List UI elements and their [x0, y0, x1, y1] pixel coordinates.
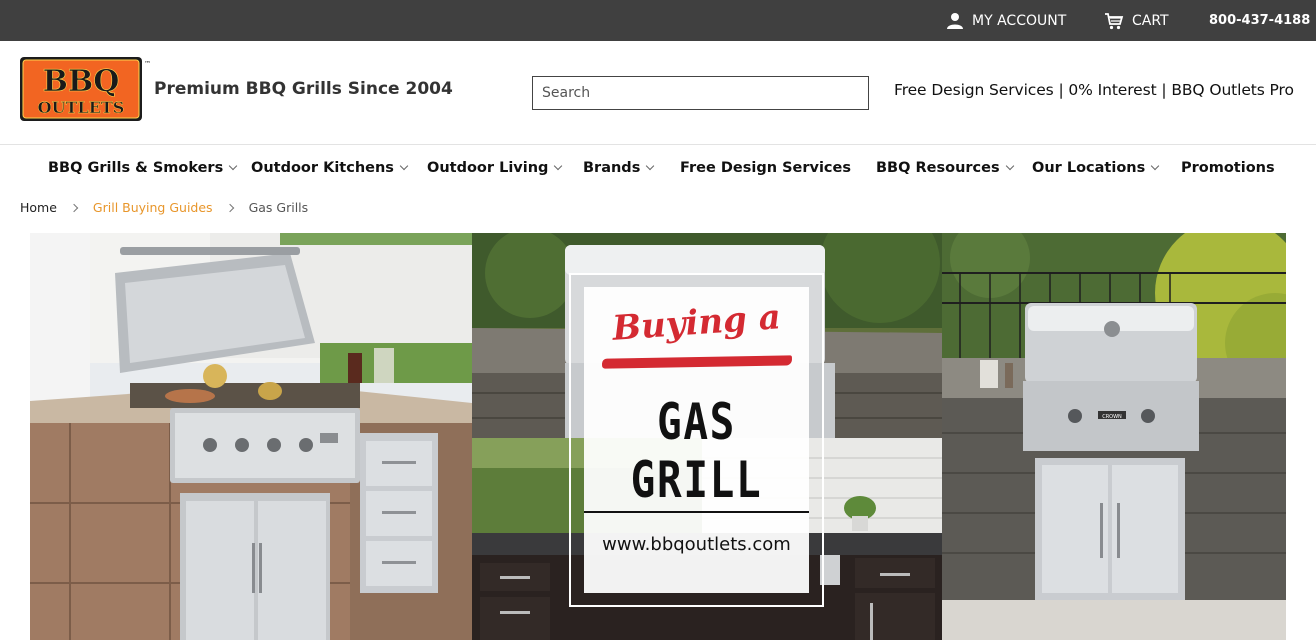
chevron-down-icon	[1151, 161, 1160, 171]
nav-item-free-design-services[interactable]: Free Design Services	[680, 146, 851, 190]
nav-label: BBQ Grills & Smokers	[48, 160, 224, 176]
red-brush-stroke	[601, 355, 793, 369]
breadcrumb-current: Gas Grills	[248, 200, 309, 215]
grill-badge-text: CROWN	[1102, 414, 1122, 420]
link-separator: |	[1053, 81, 1069, 99]
cart-icon	[1105, 12, 1124, 29]
svg-text:™: ™	[144, 60, 151, 68]
my-account-label: MY ACCOUNT	[972, 12, 1067, 29]
link-separator: |	[1156, 81, 1172, 99]
nav-label: Free Design Services	[680, 160, 851, 176]
hero-website-url: www.bbqoutlets.com	[602, 534, 791, 555]
nav-item-promotions[interactable]: Promotions	[1181, 146, 1275, 190]
chevron-down-icon	[228, 161, 238, 171]
hero-title-line2: GRILL	[630, 451, 763, 509]
chevron-down-icon	[1005, 161, 1014, 171]
site-header: BBQ OUTLETS ™ Premium BBQ Grills Since 2…	[0, 41, 1316, 145]
header-promo-links: Free Design Services | 0% Interest | BBQ…	[894, 81, 1294, 99]
nav-item-our-locations[interactable]: Our Locations	[1032, 146, 1160, 190]
hero-banner: CROWN Buying a GAS GRILL www.bbqoutlets.…	[30, 233, 1286, 640]
my-account-link[interactable]: MY ACCOUNT	[946, 0, 1066, 41]
free-design-services-link[interactable]: Free Design Services	[894, 81, 1054, 99]
bbq-outlets-pro-link[interactable]: BBQ Outlets Pro	[1171, 81, 1294, 99]
nav-label: Our Locations	[1032, 160, 1146, 176]
nav-label: BBQ Resources	[876, 160, 1000, 176]
utility-bar: MY ACCOUNT CART 800-437-4188	[0, 0, 1316, 41]
nav-label: Brands	[583, 160, 641, 176]
bbq-outlets-logo[interactable]: BBQ OUTLETS ™	[20, 57, 151, 123]
breadcrumb: Home Grill Buying Guides Gas Grills	[20, 200, 308, 215]
nav-label: Promotions	[1181, 160, 1275, 176]
site-tagline: Premium BBQ Grills Since 2004	[154, 79, 453, 99]
main-nav: BBQ Grills & Smokers Outdoor Kitchens Ou…	[0, 146, 1316, 190]
hero-title-card: Buying a GAS GRILL www.bbqoutlets.com	[584, 287, 809, 593]
chevron-down-icon	[554, 161, 563, 171]
cart-link[interactable]: CART	[1104, 0, 1169, 41]
nav-item-outdoor-living[interactable]: Outdoor Living	[427, 146, 563, 190]
hero-divider	[584, 511, 809, 513]
chevron-down-icon	[399, 161, 409, 171]
chevron-right-icon	[225, 203, 234, 212]
nav-label: Outdoor Kitchens	[251, 160, 394, 176]
breadcrumb-grill-buying-guides[interactable]: Grill Buying Guides	[93, 200, 213, 215]
zero-interest-link[interactable]: 0% Interest	[1068, 81, 1156, 99]
svg-text:OUTLETS: OUTLETS	[38, 98, 125, 117]
cart-label: CART	[1132, 12, 1169, 29]
phone-number-link[interactable]: 800-437-4188	[1209, 0, 1310, 41]
breadcrumb-home[interactable]: Home	[20, 200, 57, 215]
nav-item-outdoor-kitchens[interactable]: Outdoor Kitchens	[251, 146, 409, 190]
chevron-right-icon	[69, 203, 79, 212]
svg-text:BBQ: BBQ	[43, 64, 120, 99]
user-icon	[947, 12, 963, 29]
nav-item-brands[interactable]: Brands	[583, 146, 655, 190]
hero-title-line1: GAS	[657, 393, 736, 451]
search-input[interactable]	[532, 76, 869, 110]
nav-item-bbq-grills-smokers[interactable]: BBQ Grills & Smokers	[48, 146, 238, 190]
hero-script-text: Buying a	[611, 297, 782, 349]
nav-item-bbq-resources[interactable]: BBQ Resources	[876, 146, 1014, 190]
chevron-down-icon	[646, 161, 655, 171]
nav-label: Outdoor Living	[427, 160, 549, 176]
